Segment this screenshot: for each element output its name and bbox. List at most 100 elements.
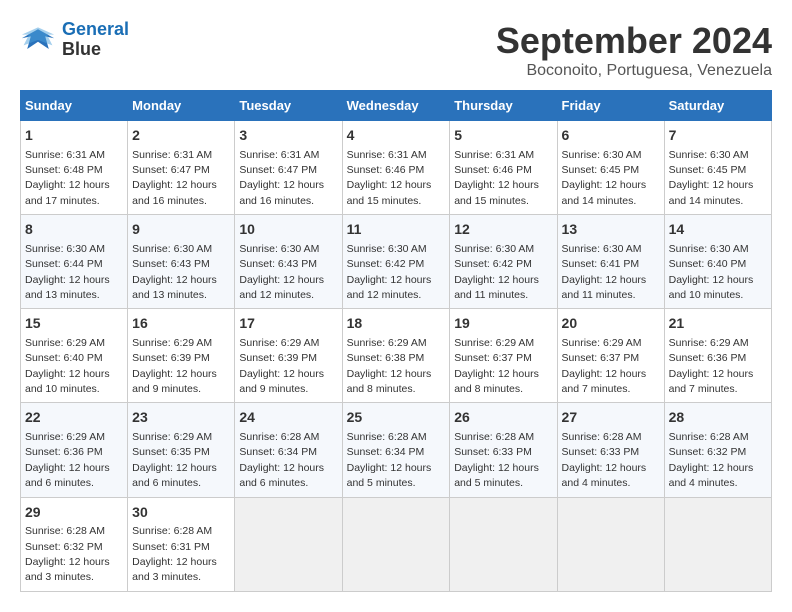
day-info: Sunrise: 6:30 AMSunset: 6:43 PMDaylight:… xyxy=(132,243,217,301)
day-cell: 24 Sunrise: 6:28 AMSunset: 6:34 PMDaylig… xyxy=(235,403,342,497)
header-wednesday: Wednesday xyxy=(342,91,450,121)
day-info: Sunrise: 6:28 AMSunset: 6:34 PMDaylight:… xyxy=(347,431,432,489)
header-row: SundayMondayTuesdayWednesdayThursdayFrid… xyxy=(21,91,772,121)
day-info: Sunrise: 6:31 AMSunset: 6:47 PMDaylight:… xyxy=(239,149,324,207)
day-number: 19 xyxy=(454,314,552,334)
day-cell: 4 Sunrise: 6:31 AMSunset: 6:46 PMDayligh… xyxy=(342,121,450,215)
day-cell: 3 Sunrise: 6:31 AMSunset: 6:47 PMDayligh… xyxy=(235,121,342,215)
day-cell: 20 Sunrise: 6:29 AMSunset: 6:37 PMDaylig… xyxy=(557,309,664,403)
day-number: 1 xyxy=(25,126,123,146)
day-cell: 1 Sunrise: 6:31 AMSunset: 6:48 PMDayligh… xyxy=(21,121,128,215)
day-number: 25 xyxy=(347,408,446,428)
week-row-2: 8 Sunrise: 6:30 AMSunset: 6:44 PMDayligh… xyxy=(21,215,772,309)
day-cell: 25 Sunrise: 6:28 AMSunset: 6:34 PMDaylig… xyxy=(342,403,450,497)
day-number: 3 xyxy=(239,126,337,146)
day-number: 5 xyxy=(454,126,552,146)
day-info: Sunrise: 6:30 AMSunset: 6:45 PMDaylight:… xyxy=(562,149,647,207)
day-cell xyxy=(235,497,342,591)
day-info: Sunrise: 6:28 AMSunset: 6:33 PMDaylight:… xyxy=(454,431,539,489)
page-header: General Blue September 2024 Boconoito, P… xyxy=(20,20,772,80)
day-cell xyxy=(664,497,771,591)
day-info: Sunrise: 6:28 AMSunset: 6:32 PMDaylight:… xyxy=(669,431,754,489)
day-cell: 2 Sunrise: 6:31 AMSunset: 6:47 PMDayligh… xyxy=(128,121,235,215)
day-number: 28 xyxy=(669,408,767,428)
day-info: Sunrise: 6:30 AMSunset: 6:42 PMDaylight:… xyxy=(347,243,432,301)
day-number: 11 xyxy=(347,220,446,240)
logo: General Blue xyxy=(20,20,129,60)
day-number: 15 xyxy=(25,314,123,334)
day-cell: 16 Sunrise: 6:29 AMSunset: 6:39 PMDaylig… xyxy=(128,309,235,403)
day-cell xyxy=(342,497,450,591)
day-info: Sunrise: 6:29 AMSunset: 6:35 PMDaylight:… xyxy=(132,431,217,489)
month-title: September 2024 xyxy=(496,20,772,62)
day-number: 29 xyxy=(25,503,123,523)
day-cell: 18 Sunrise: 6:29 AMSunset: 6:38 PMDaylig… xyxy=(342,309,450,403)
day-cell: 10 Sunrise: 6:30 AMSunset: 6:43 PMDaylig… xyxy=(235,215,342,309)
day-number: 24 xyxy=(239,408,337,428)
day-number: 17 xyxy=(239,314,337,334)
day-number: 6 xyxy=(562,126,660,146)
day-cell: 9 Sunrise: 6:30 AMSunset: 6:43 PMDayligh… xyxy=(128,215,235,309)
day-cell: 11 Sunrise: 6:30 AMSunset: 6:42 PMDaylig… xyxy=(342,215,450,309)
day-number: 18 xyxy=(347,314,446,334)
day-number: 10 xyxy=(239,220,337,240)
day-info: Sunrise: 6:29 AMSunset: 6:39 PMDaylight:… xyxy=(132,337,217,395)
header-friday: Friday xyxy=(557,91,664,121)
day-number: 20 xyxy=(562,314,660,334)
day-cell: 8 Sunrise: 6:30 AMSunset: 6:44 PMDayligh… xyxy=(21,215,128,309)
day-info: Sunrise: 6:31 AMSunset: 6:46 PMDaylight:… xyxy=(347,149,432,207)
week-row-5: 29 Sunrise: 6:28 AMSunset: 6:32 PMDaylig… xyxy=(21,497,772,591)
day-cell: 15 Sunrise: 6:29 AMSunset: 6:40 PMDaylig… xyxy=(21,309,128,403)
day-number: 23 xyxy=(132,408,230,428)
header-thursday: Thursday xyxy=(450,91,557,121)
day-number: 26 xyxy=(454,408,552,428)
day-cell: 14 Sunrise: 6:30 AMSunset: 6:40 PMDaylig… xyxy=(664,215,771,309)
day-cell: 27 Sunrise: 6:28 AMSunset: 6:33 PMDaylig… xyxy=(557,403,664,497)
day-number: 30 xyxy=(132,503,230,523)
day-cell: 30 Sunrise: 6:28 AMSunset: 6:31 PMDaylig… xyxy=(128,497,235,591)
day-cell: 21 Sunrise: 6:29 AMSunset: 6:36 PMDaylig… xyxy=(664,309,771,403)
day-cell: 7 Sunrise: 6:30 AMSunset: 6:45 PMDayligh… xyxy=(664,121,771,215)
header-monday: Monday xyxy=(128,91,235,121)
day-info: Sunrise: 6:30 AMSunset: 6:45 PMDaylight:… xyxy=(669,149,754,207)
day-number: 14 xyxy=(669,220,767,240)
day-cell: 12 Sunrise: 6:30 AMSunset: 6:42 PMDaylig… xyxy=(450,215,557,309)
day-number: 4 xyxy=(347,126,446,146)
header-saturday: Saturday xyxy=(664,91,771,121)
day-info: Sunrise: 6:29 AMSunset: 6:40 PMDaylight:… xyxy=(25,337,110,395)
day-info: Sunrise: 6:28 AMSunset: 6:34 PMDaylight:… xyxy=(239,431,324,489)
day-info: Sunrise: 6:29 AMSunset: 6:36 PMDaylight:… xyxy=(669,337,754,395)
day-number: 13 xyxy=(562,220,660,240)
day-number: 21 xyxy=(669,314,767,334)
day-number: 2 xyxy=(132,126,230,146)
day-cell: 28 Sunrise: 6:28 AMSunset: 6:32 PMDaylig… xyxy=(664,403,771,497)
day-info: Sunrise: 6:29 AMSunset: 6:39 PMDaylight:… xyxy=(239,337,324,395)
day-info: Sunrise: 6:30 AMSunset: 6:41 PMDaylight:… xyxy=(562,243,647,301)
calendar-table: SundayMondayTuesdayWednesdayThursdayFrid… xyxy=(20,90,772,592)
day-info: Sunrise: 6:30 AMSunset: 6:40 PMDaylight:… xyxy=(669,243,754,301)
logo-icon xyxy=(20,25,56,55)
day-cell: 29 Sunrise: 6:28 AMSunset: 6:32 PMDaylig… xyxy=(21,497,128,591)
day-info: Sunrise: 6:29 AMSunset: 6:37 PMDaylight:… xyxy=(562,337,647,395)
day-info: Sunrise: 6:28 AMSunset: 6:32 PMDaylight:… xyxy=(25,525,110,583)
day-cell: 6 Sunrise: 6:30 AMSunset: 6:45 PMDayligh… xyxy=(557,121,664,215)
day-cell: 19 Sunrise: 6:29 AMSunset: 6:37 PMDaylig… xyxy=(450,309,557,403)
day-info: Sunrise: 6:31 AMSunset: 6:48 PMDaylight:… xyxy=(25,149,110,207)
day-number: 22 xyxy=(25,408,123,428)
day-number: 9 xyxy=(132,220,230,240)
day-info: Sunrise: 6:30 AMSunset: 6:42 PMDaylight:… xyxy=(454,243,539,301)
day-number: 8 xyxy=(25,220,123,240)
day-info: Sunrise: 6:30 AMSunset: 6:44 PMDaylight:… xyxy=(25,243,110,301)
logo-blue: Blue xyxy=(62,39,101,59)
day-info: Sunrise: 6:30 AMSunset: 6:43 PMDaylight:… xyxy=(239,243,324,301)
title-area: September 2024 Boconoito, Portuguesa, Ve… xyxy=(496,20,772,80)
logo-general: General xyxy=(62,19,129,39)
logo-text: General Blue xyxy=(62,20,129,60)
header-sunday: Sunday xyxy=(21,91,128,121)
day-cell xyxy=(450,497,557,591)
week-row-4: 22 Sunrise: 6:29 AMSunset: 6:36 PMDaylig… xyxy=(21,403,772,497)
day-info: Sunrise: 6:28 AMSunset: 6:33 PMDaylight:… xyxy=(562,431,647,489)
day-cell: 5 Sunrise: 6:31 AMSunset: 6:46 PMDayligh… xyxy=(450,121,557,215)
week-row-1: 1 Sunrise: 6:31 AMSunset: 6:48 PMDayligh… xyxy=(21,121,772,215)
day-cell: 22 Sunrise: 6:29 AMSunset: 6:36 PMDaylig… xyxy=(21,403,128,497)
